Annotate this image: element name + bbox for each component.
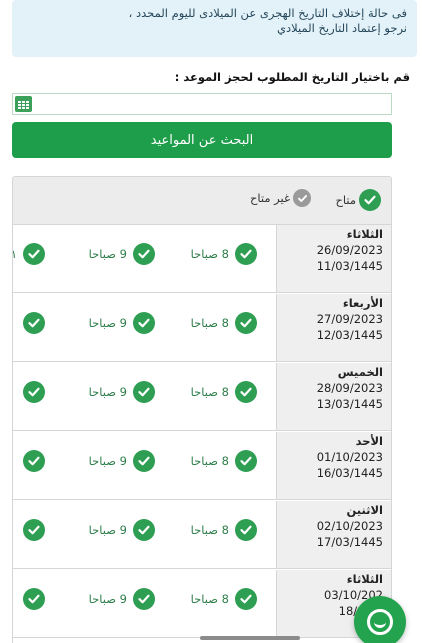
check-icon	[133, 519, 155, 541]
time-slot-next[interactable]	[23, 519, 45, 541]
time-slot-8am[interactable]: 8 صباحا	[191, 243, 257, 265]
date-notice: فى حالة إختلاف التاريخ الهجرى عن الميلاد…	[12, 0, 417, 57]
time-slot-next[interactable]	[23, 450, 45, 472]
calendar-icon[interactable]	[15, 96, 32, 112]
time-slot-next[interactable]	[23, 588, 45, 610]
check-icon	[235, 243, 257, 265]
gregorian-date: 02/10/2023	[316, 519, 383, 533]
check-icon	[133, 381, 155, 403]
check-icon	[235, 450, 257, 472]
day-name: الثلاثاء	[346, 227, 383, 241]
slot-label: 9 صباحا	[88, 523, 127, 537]
day-cell: الأربعاء 27/09/2023 12/03/1445	[276, 294, 391, 361]
day-name: الأحد	[355, 434, 383, 448]
check-icon	[133, 243, 155, 265]
slot-label: 9 صباحا	[88, 316, 127, 330]
check-icon	[133, 588, 155, 610]
day-name: الأربعاء	[342, 296, 383, 310]
time-slot-8am[interactable]: 8 صباحا	[191, 519, 257, 541]
gregorian-date: 28/09/2023	[316, 381, 383, 395]
legend-available-label: متاح	[335, 193, 356, 207]
slot-label: 8 صباحا	[190, 592, 229, 606]
search-appointments-button[interactable]: البحث عن المواعيد	[12, 122, 392, 158]
time-slot-9am[interactable]: 9 صباحا	[89, 381, 155, 403]
time-slot-next[interactable]	[23, 381, 45, 403]
home-indicator	[200, 636, 300, 640]
time-slot-8am[interactable]: 8 صباحا	[191, 588, 257, 610]
time-slot-9am[interactable]: 9 صباحا	[89, 450, 155, 472]
legend-available: متاح	[335, 189, 381, 211]
time-slot-9am[interactable]: 9 صباحا	[89, 312, 155, 334]
check-icon	[235, 519, 257, 541]
day-row: الثلاثاء 26/09/2023 11/03/1445 8 صباحا 9…	[13, 225, 391, 293]
time-slot-next[interactable]	[23, 312, 45, 334]
notice-line-2: نرجو إعتماد التاريخ الميلادي	[276, 21, 407, 35]
day-name: الخميس	[337, 365, 383, 379]
appointments-table: متاح غير متاح الثلاثاء 26/09/2023 11/03/…	[12, 176, 392, 643]
legend-unavailable: غير متاح	[250, 189, 311, 207]
hijri-date: 17/03/1445	[316, 535, 383, 549]
slot-label: 8 صباحا	[190, 247, 229, 261]
check-icon	[23, 450, 45, 472]
slot-label: 9 صباحا	[88, 247, 127, 261]
hijri-date: 13/03/1445	[316, 397, 383, 411]
day-name: الاثنين	[346, 503, 383, 517]
day-row: الأربعاء 27/09/2023 12/03/1445 8 صباحا 9…	[13, 294, 391, 362]
slot-label: 8 صباحا	[190, 385, 229, 399]
slot-label: 8 صباحا	[190, 316, 229, 330]
day-name: الثلاثاء	[346, 572, 383, 586]
legend-unavailable-label: غير متاح	[249, 191, 290, 205]
whatsapp-chat-button[interactable]	[354, 596, 406, 643]
hijri-date: 11/03/1445	[316, 259, 383, 273]
gregorian-date: 27/09/2023	[316, 312, 383, 326]
time-slot-9am[interactable]: 9 صباحا	[89, 519, 155, 541]
day-cell: الاثنين 02/10/2023 17/03/1445	[276, 501, 391, 568]
time-slot-9am[interactable]: 9 صباحا	[89, 588, 155, 610]
check-icon	[235, 312, 257, 334]
date-input-field[interactable]	[12, 93, 392, 115]
slot-label: 8 صباحا	[190, 454, 229, 468]
day-cell: الثلاثاء 26/09/2023 11/03/1445	[276, 225, 391, 292]
day-row: الاثنين 02/10/2023 17/03/1445 8 صباحا 9 …	[13, 501, 391, 569]
check-icon	[133, 450, 155, 472]
slot-label: 9 صباحا	[88, 385, 127, 399]
time-slot-8am[interactable]: 8 صباحا	[191, 450, 257, 472]
check-grey-icon	[293, 189, 311, 207]
notice-line-1: فى حالة إختلاف التاريخ الهجرى عن الميلاد…	[128, 6, 407, 20]
day-cell: الأحد 01/10/2023 16/03/1445	[276, 432, 391, 499]
check-icon	[23, 588, 45, 610]
slot-label: 8 صباحا	[190, 523, 229, 537]
check-icon	[23, 312, 45, 334]
slot-label: 9 صباحا	[88, 454, 127, 468]
check-icon	[23, 381, 45, 403]
slot-label: ١	[13, 247, 17, 261]
check-icon	[235, 381, 257, 403]
check-icon	[133, 312, 155, 334]
time-slot-8am[interactable]: 8 صباحا	[191, 312, 257, 334]
hijri-date: 16/03/1445	[316, 466, 383, 480]
time-slot-8am[interactable]: 8 صباحا	[191, 381, 257, 403]
check-icon	[359, 189, 381, 211]
gregorian-date: 26/09/2023	[316, 243, 383, 257]
check-icon	[23, 519, 45, 541]
day-row: الخميس 28/09/2023 13/03/1445 8 صباحا 9 ص…	[13, 363, 391, 431]
check-icon	[235, 588, 257, 610]
day-row: الثلاثاء 03/10/202 18/03/1 8 صباحا 9 صبا…	[13, 570, 391, 638]
date-prompt-label: قم باختيار التاريخ المطلوب لحجز الموعد :	[174, 70, 410, 84]
availability-legend: متاح غير متاح	[13, 177, 391, 225]
day-row: الأحد 01/10/2023 16/03/1445 8 صباحا 9 صب…	[13, 432, 391, 500]
time-slot-9am[interactable]: 9 صباحا	[89, 243, 155, 265]
gregorian-date: 01/10/2023	[316, 450, 383, 464]
day-cell: الخميس 28/09/2023 13/03/1445	[276, 363, 391, 430]
hijri-date: 12/03/1445	[316, 328, 383, 342]
check-icon	[23, 243, 45, 265]
slot-label: 9 صباحا	[88, 592, 127, 606]
chat-icon	[367, 609, 393, 635]
time-slot-next[interactable]: ١	[13, 243, 45, 265]
